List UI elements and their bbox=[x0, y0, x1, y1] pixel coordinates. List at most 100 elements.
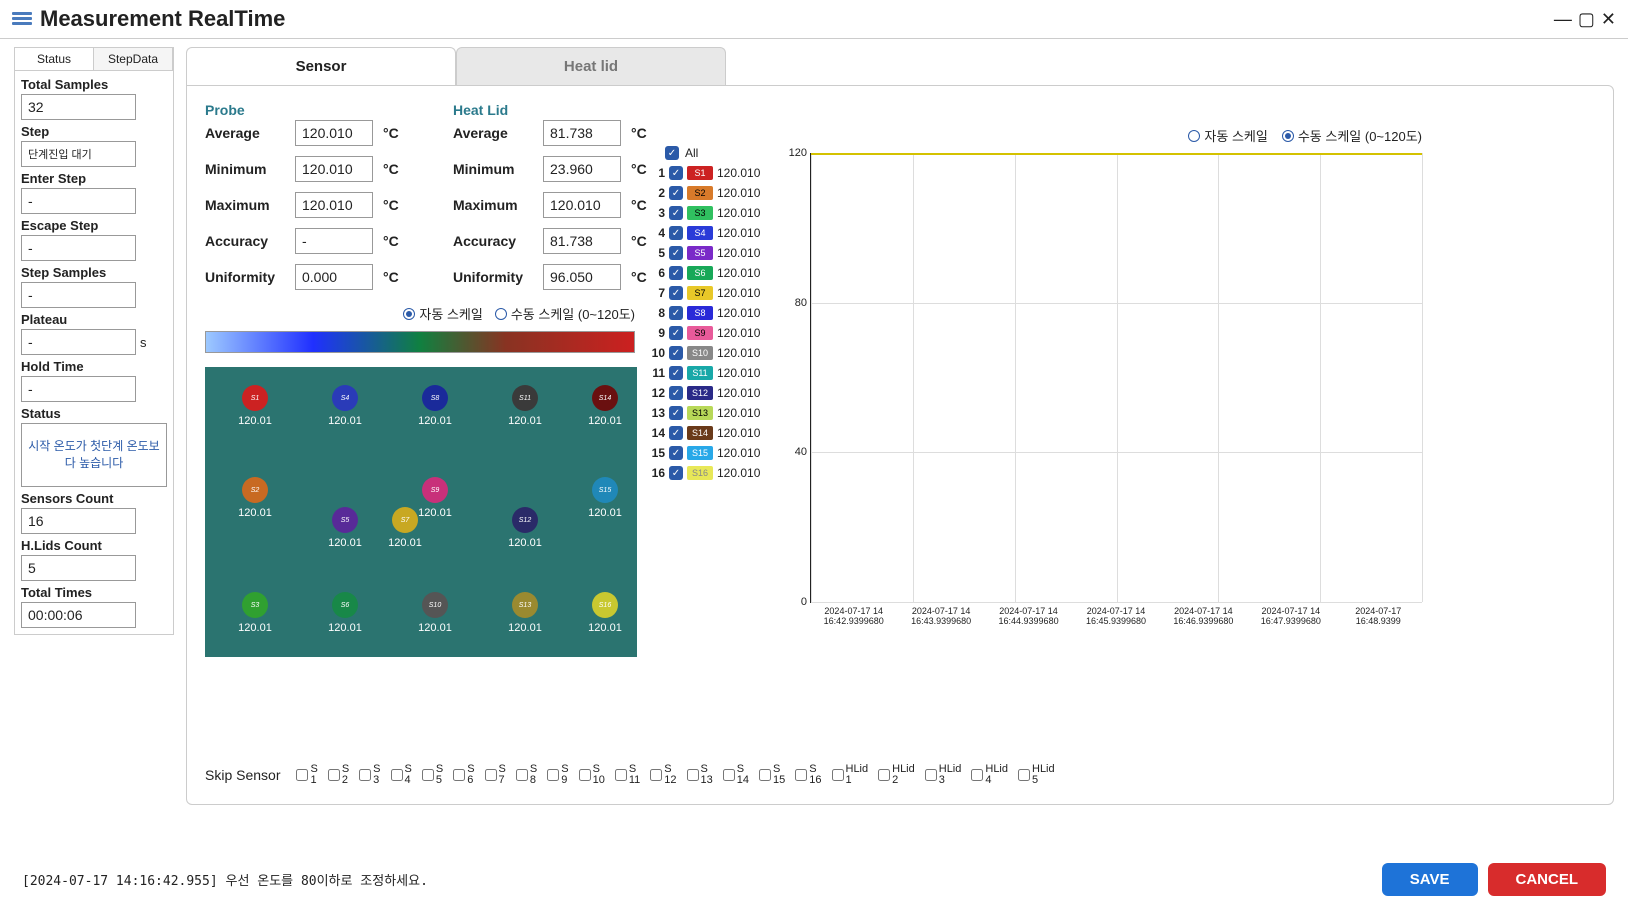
skip-S12[interactable]: S12 bbox=[650, 764, 676, 786]
sensor-dot-S12[interactable]: S12120.01 bbox=[495, 507, 555, 549]
sensor-dot-S3[interactable]: S3120.01 bbox=[225, 592, 285, 634]
color-gradient bbox=[205, 331, 635, 353]
scale-auto[interactable]: 자동 스케일 bbox=[403, 304, 482, 323]
cancel-button[interactable]: CANCEL bbox=[1488, 863, 1607, 896]
field-label-hlids_count: H.Lids Count bbox=[21, 536, 167, 555]
probe-title: Probe bbox=[205, 102, 413, 118]
maximize-icon[interactable]: ▢ bbox=[1578, 9, 1595, 30]
legend-item-S7[interactable]: 7✓S7120.010 bbox=[647, 286, 760, 300]
sensor-dot-S11[interactable]: S11120.01 bbox=[495, 385, 555, 427]
field-label-status: Status bbox=[21, 404, 167, 423]
field-label-total_samples: Total Samples bbox=[21, 75, 167, 94]
legend-item-S16[interactable]: 16✓S16120.010 bbox=[647, 466, 760, 480]
skip-HLid2[interactable]: HLid2 bbox=[878, 764, 915, 786]
heatlid-maximum[interactable]: 120.010 bbox=[543, 192, 621, 218]
tab-stepdata[interactable]: StepData bbox=[94, 48, 173, 70]
app-icon bbox=[12, 12, 32, 26]
field-plateau[interactable]: - bbox=[21, 329, 136, 355]
minimize-icon[interactable]: — bbox=[1554, 9, 1572, 30]
field-hold_time[interactable]: - bbox=[21, 376, 136, 402]
tab-sensor[interactable]: Sensor bbox=[186, 47, 456, 85]
sensor-dot-S5[interactable]: S5120.01 bbox=[315, 507, 375, 549]
skip-S7[interactable]: S7 bbox=[485, 764, 506, 786]
field-sensors_count[interactable]: 16 bbox=[21, 508, 136, 534]
legend-item-S13[interactable]: 13✓S13120.010 bbox=[647, 406, 760, 420]
skip-S4[interactable]: S4 bbox=[391, 764, 412, 786]
skip-sensor-label: Skip Sensor bbox=[205, 767, 280, 783]
skip-S16[interactable]: S16 bbox=[795, 764, 821, 786]
save-button[interactable]: SAVE bbox=[1382, 863, 1478, 896]
skip-S10[interactable]: S10 bbox=[579, 764, 605, 786]
legend-item-S4[interactable]: 4✓S4120.010 bbox=[647, 226, 760, 240]
heatlid-accuracy[interactable]: 81.738 bbox=[543, 228, 621, 254]
skip-HLid4[interactable]: HLid4 bbox=[971, 764, 1008, 786]
skip-S2[interactable]: S2 bbox=[328, 764, 349, 786]
skip-HLid5[interactable]: HLid5 bbox=[1018, 764, 1055, 786]
skip-S1[interactable]: S1 bbox=[296, 764, 317, 786]
tab-heatlid[interactable]: Heat lid bbox=[456, 47, 726, 85]
sensor-dot-S2[interactable]: S2120.01 bbox=[225, 477, 285, 519]
field-escape_step[interactable]: - bbox=[21, 235, 136, 261]
sensor-dot-S8[interactable]: S8120.01 bbox=[405, 385, 465, 427]
skip-HLid1[interactable]: HLid1 bbox=[832, 764, 869, 786]
field-label-hold_time: Hold Time bbox=[21, 357, 167, 376]
skip-S8[interactable]: S8 bbox=[516, 764, 537, 786]
sensor-dot-S4[interactable]: S4120.01 bbox=[315, 385, 375, 427]
heatlid-average[interactable]: 81.738 bbox=[543, 120, 621, 146]
skip-S15[interactable]: S15 bbox=[759, 764, 785, 786]
sensor-dot-S15[interactable]: S15120.01 bbox=[575, 477, 635, 519]
probe-minimum[interactable]: 120.010 bbox=[295, 156, 373, 182]
heatlid-minimum[interactable]: 23.960 bbox=[543, 156, 621, 182]
legend-item-S3[interactable]: 3✓S3120.010 bbox=[647, 206, 760, 220]
skip-S9[interactable]: S9 bbox=[547, 764, 568, 786]
sensor-dot-S1[interactable]: S1120.01 bbox=[225, 385, 285, 427]
heatmap: S1120.01 S4120.01 S8120.01 S11120.01 S14120.… bbox=[205, 367, 637, 657]
sensor-dot-S16[interactable]: S16120.01 bbox=[575, 592, 635, 634]
skip-S5[interactable]: S5 bbox=[422, 764, 443, 786]
sensor-dot-S13[interactable]: S13120.01 bbox=[495, 592, 555, 634]
scale-auto[interactable]: 자동 스케일 bbox=[1188, 126, 1267, 145]
sensor-dot-S6[interactable]: S6120.01 bbox=[315, 592, 375, 634]
field-label-escape_step: Escape Step bbox=[21, 216, 167, 235]
field-enter_step[interactable]: - bbox=[21, 188, 136, 214]
legend-item-S9[interactable]: 9✓S9120.010 bbox=[647, 326, 760, 340]
sensor-dot-S14[interactable]: S14120.01 bbox=[575, 385, 635, 427]
legend-item-S8[interactable]: 8✓S8120.010 bbox=[647, 306, 760, 320]
close-icon[interactable]: ✕ bbox=[1601, 9, 1616, 30]
tab-status[interactable]: Status bbox=[15, 48, 94, 70]
sensor-dot-S7[interactable]: S7120.01 bbox=[375, 507, 435, 549]
probe-average[interactable]: 120.010 bbox=[295, 120, 373, 146]
probe-maximum[interactable]: 120.010 bbox=[295, 192, 373, 218]
log-message: [2024-07-17 14:16:42.955] 우선 온도를 80이하로 조… bbox=[22, 870, 428, 889]
legend-item-S6[interactable]: 6✓S6120.010 bbox=[647, 266, 760, 280]
probe-uniformity[interactable]: 0.000 bbox=[295, 264, 373, 290]
legend-item-S15[interactable]: 15✓S15120.010 bbox=[647, 446, 760, 460]
heatlid-uniformity[interactable]: 96.050 bbox=[543, 264, 621, 290]
scale-manual[interactable]: 수동 스케일 (0~120도) bbox=[1282, 126, 1422, 145]
legend-item-S11[interactable]: 11✓S11120.010 bbox=[647, 366, 760, 380]
skip-S14[interactable]: S14 bbox=[723, 764, 749, 786]
skip-HLid3[interactable]: HLid3 bbox=[925, 764, 962, 786]
field-total_times[interactable]: 00:00:06 bbox=[21, 602, 136, 628]
field-total_samples[interactable]: 32 bbox=[21, 94, 136, 120]
skip-S11[interactable]: S11 bbox=[615, 764, 640, 786]
skip-S3[interactable]: S3 bbox=[359, 764, 380, 786]
field-step_samples[interactable]: - bbox=[21, 282, 136, 308]
field-hlids_count[interactable]: 5 bbox=[21, 555, 136, 581]
legend-item-S1[interactable]: 1✓S1120.010 bbox=[647, 166, 760, 180]
legend-item-S2[interactable]: 2✓S2120.010 bbox=[647, 186, 760, 200]
legend-item-S14[interactable]: 14✓S14120.010 bbox=[647, 426, 760, 440]
chart: 자동 스케일수동 스케일 (0~120도) 04080120 2024-07-1… bbox=[782, 126, 1422, 686]
heatlid-title: Heat Lid bbox=[453, 102, 661, 118]
scale-manual[interactable]: 수동 스케일 (0~120도) bbox=[495, 304, 635, 323]
field-step[interactable]: 단계진입 대기 bbox=[21, 141, 136, 167]
checkbox-all[interactable]: ✓ bbox=[665, 146, 679, 160]
skip-S13[interactable]: S13 bbox=[687, 764, 713, 786]
sensor-dot-S10[interactable]: S10120.01 bbox=[405, 592, 465, 634]
skip-S6[interactable]: S6 bbox=[453, 764, 474, 786]
probe-accuracy[interactable]: - bbox=[295, 228, 373, 254]
legend-item-S10[interactable]: 10✓S10120.010 bbox=[647, 346, 760, 360]
legend-item-S12[interactable]: 12✓S12120.010 bbox=[647, 386, 760, 400]
window-title: Measurement RealTime bbox=[40, 6, 285, 32]
legend-item-S5[interactable]: 5✓S5120.010 bbox=[647, 246, 760, 260]
